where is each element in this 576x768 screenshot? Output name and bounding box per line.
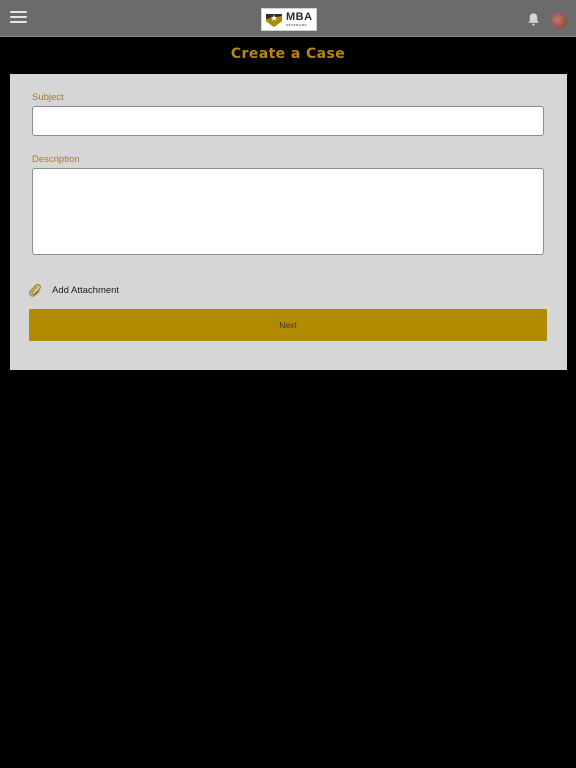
logo-title: MBA xyxy=(286,11,313,23)
next-button[interactable]: Next xyxy=(29,309,547,341)
subject-input[interactable] xyxy=(32,106,544,136)
add-attachment-label: Add Attachment xyxy=(52,284,120,296)
shield-star-logo-icon xyxy=(266,13,282,27)
create-case-form: Subject Description Add Attachment Next xyxy=(10,74,567,370)
bell-icon[interactable] xyxy=(526,12,541,27)
logo-subtitle: VETERANS xyxy=(286,23,308,27)
logo-wordmark: MBA VETERANS xyxy=(286,12,313,27)
description-textarea[interactable] xyxy=(32,168,544,255)
description-label: Description xyxy=(32,154,80,165)
hamburger-menu-icon[interactable] xyxy=(10,11,27,25)
user-avatar[interactable] xyxy=(551,13,567,29)
add-attachment-button[interactable]: Add Attachment xyxy=(28,282,119,298)
page-title: Create a Case xyxy=(230,46,346,62)
top-navigation-bar: MBA VETERANS xyxy=(0,0,576,37)
paperclip-icon xyxy=(29,284,41,297)
subject-label: Subject xyxy=(32,92,64,103)
app-logo[interactable]: MBA VETERANS xyxy=(261,8,317,31)
